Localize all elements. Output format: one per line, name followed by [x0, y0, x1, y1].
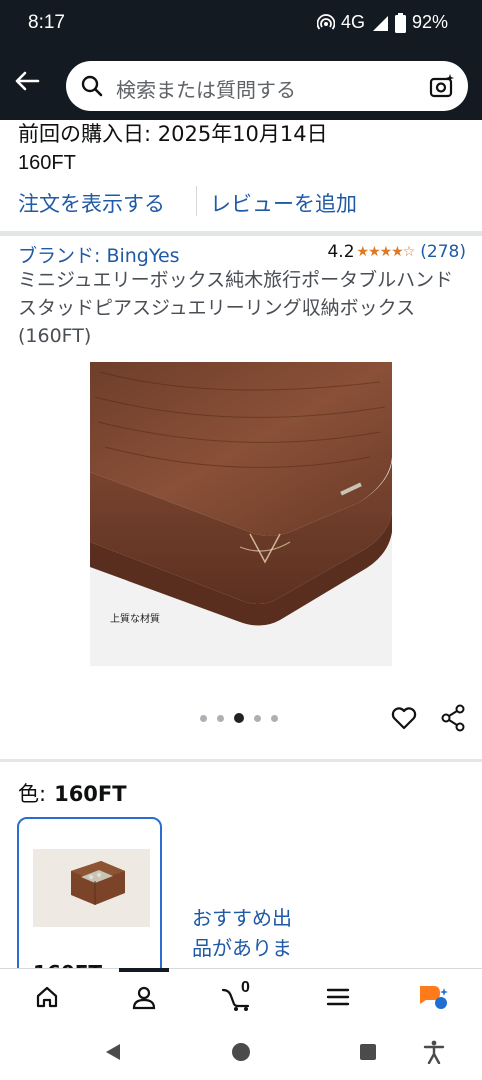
nav-menu[interactable] [298, 969, 378, 1025]
top-header: 検索または質問する [0, 50, 482, 120]
rufus-assistant-icon [420, 986, 448, 1009]
product-title: ミニジュエリーボックス純木旅行ポータブルハンドスタッドピアスジュエリーリング収納… [18, 269, 454, 347]
accessibility-icon[interactable] [423, 1040, 445, 1064]
section-divider [0, 231, 482, 236]
carousel-dot[interactable] [217, 714, 224, 722]
search-icon [81, 75, 103, 97]
variant-thumbnail [33, 849, 150, 927]
nav-home[interactable] [7, 969, 87, 1025]
search-placeholder: 検索または質問する [116, 78, 296, 102]
search-input[interactable]: 検索または質問する [66, 61, 468, 111]
nav-cart[interactable]: 0 [199, 969, 279, 1025]
menu-icon [326, 988, 350, 1006]
person-icon [132, 986, 156, 1010]
image-carousel-dots[interactable] [200, 713, 278, 723]
home-icon [36, 986, 58, 1008]
image-caption: 上質な材質 [110, 614, 160, 625]
heart-icon[interactable] [390, 704, 418, 732]
product-image[interactable]: 上質な材質 [90, 362, 392, 666]
carousel-dot[interactable] [254, 714, 261, 722]
rating-summary[interactable]: 4.2 ★★★★☆ (278) [327, 242, 466, 262]
color-label: 色: [18, 782, 47, 806]
system-navigation-bar [0, 1024, 482, 1080]
signal-icon [372, 15, 388, 31]
variant-option-selected[interactable]: 160FT [17, 817, 162, 987]
brand-link[interactable]: ブランド: BingYes [18, 241, 180, 268]
back-arrow-icon[interactable] [10, 64, 44, 98]
nav-rufus[interactable] [393, 969, 473, 1025]
color-variation-row: 色: 160FT [18, 778, 127, 808]
section-divider [0, 759, 482, 762]
system-recents-icon[interactable] [359, 1043, 377, 1061]
add-review-link[interactable]: レビューを追加 [210, 188, 357, 218]
carousel-dot[interactable] [271, 714, 278, 722]
color-value: 160FT [54, 782, 127, 806]
purchased-variant: 160FT [18, 152, 76, 174]
nav-account[interactable] [104, 969, 184, 1025]
cart-icon [221, 988, 250, 1011]
bottom-navigation: 0 [0, 968, 482, 1024]
view-order-link[interactable]: 注文を表示する [18, 188, 165, 218]
hotspot-icon [316, 13, 335, 30]
status-time: 8:17 [28, 12, 65, 33]
review-count[interactable]: (278) [420, 242, 466, 262]
battery-percent: 92% [411, 12, 448, 32]
system-back-icon[interactable] [103, 1042, 123, 1062]
carousel-dot-active[interactable] [234, 713, 244, 723]
cart-count: 0 [241, 979, 250, 996]
network-type: 4G [340, 12, 365, 32]
link-divider [196, 186, 197, 216]
no-featured-offer-text[interactable]: おすすめ出品がありません [192, 903, 302, 967]
battery-icon [394, 12, 406, 33]
last-purchase-date: 前回の購入日: 2025年10月14日 [18, 122, 328, 146]
system-home-icon[interactable] [231, 1042, 251, 1062]
camera-search-icon[interactable] [428, 72, 456, 100]
status-icons: 4G 92% [316, 12, 448, 33]
carousel-dot[interactable] [200, 714, 207, 722]
star-rating-icon: ★★★★☆ [356, 244, 416, 260]
rating-value: 4.2 [327, 242, 355, 262]
status-bar: 8:17 4G 92% [0, 0, 482, 50]
share-icon[interactable] [440, 704, 466, 732]
